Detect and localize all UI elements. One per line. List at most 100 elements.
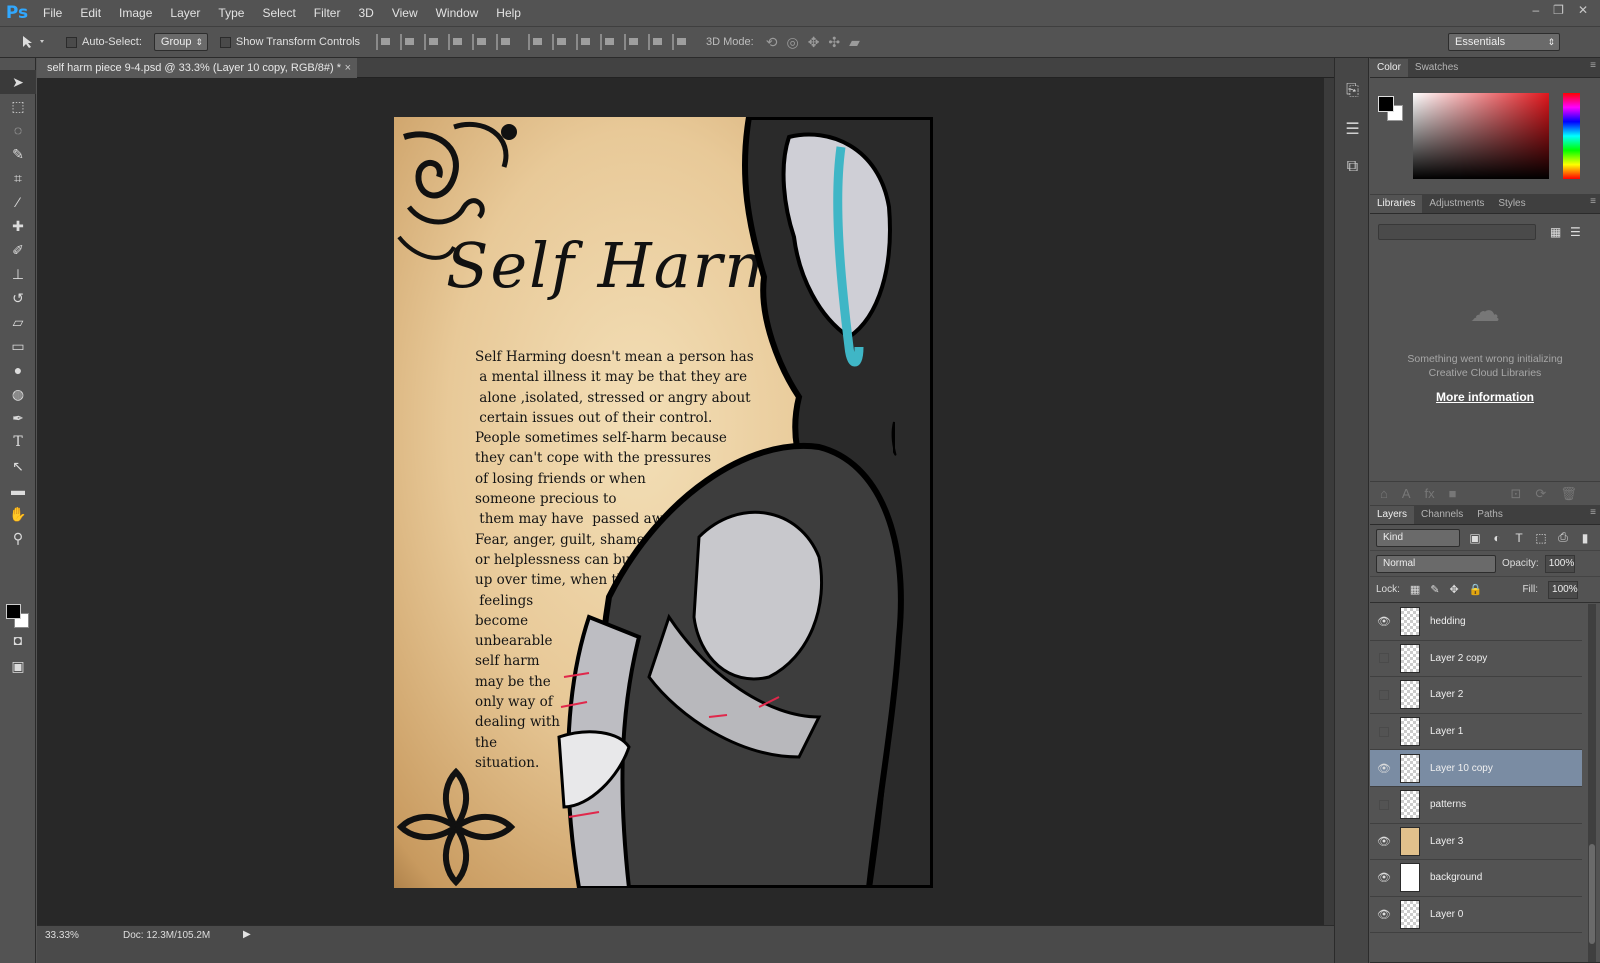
layer-row-selected[interactable]: 👁 Layer 10 copy: [1370, 750, 1582, 787]
visibility-off-toggle[interactable]: [1379, 653, 1389, 664]
foreground-color-swatch[interactable]: [6, 604, 21, 619]
add-layer-style-icon[interactable]: fx: [1425, 486, 1435, 501]
layers-scroll-thumb[interactable]: [1589, 844, 1595, 944]
library-dropdown[interactable]: [1378, 224, 1536, 240]
tab-swatches[interactable]: Swatches: [1408, 59, 1465, 77]
document-vertical-scrollbar[interactable]: [1324, 78, 1334, 925]
quick-select-tool-icon[interactable]: ✎: [0, 142, 36, 166]
grid-view-icon[interactable]: ▦: [1550, 225, 1561, 239]
move-tool-icon[interactable]: ➤: [0, 70, 36, 94]
menu-image[interactable]: Image: [110, 0, 161, 26]
clone-stamp-tool-icon[interactable]: ⊥: [0, 262, 36, 286]
filter-toggle-icon[interactable]: ▮: [1578, 531, 1592, 545]
menu-view[interactable]: View: [383, 0, 427, 26]
tab-adjustments[interactable]: Adjustments: [1422, 195, 1491, 213]
menu-help[interactable]: Help: [487, 0, 530, 26]
opacity-field[interactable]: 100%: [1544, 554, 1575, 573]
transform-controls-checkbox[interactable]: Show Transform Controls: [219, 36, 360, 48]
fill-field[interactable]: 100%: [1548, 580, 1579, 599]
visibility-eye-icon[interactable]: 👁: [1370, 762, 1398, 775]
lock-pixels-icon[interactable]: ✎: [1430, 583, 1439, 596]
tab-libraries[interactable]: Libraries: [1370, 195, 1423, 213]
menu-file[interactable]: File: [34, 0, 71, 26]
color-panel-foreground[interactable]: [1378, 96, 1394, 112]
layer-row[interactable]: 👁 Layer 3: [1370, 823, 1582, 861]
filter-smart-object-icon[interactable]: ⎙: [1556, 530, 1570, 545]
layer-row[interactable]: 👁 hedding: [1370, 604, 1582, 641]
filter-type-icon[interactable]: T: [1512, 531, 1526, 545]
tab-channels[interactable]: Channels: [1414, 506, 1470, 524]
delete-library-item-icon[interactable]: 🗑: [1560, 486, 1577, 502]
tab-layers[interactable]: Layers: [1370, 506, 1415, 524]
3d-roll-icon[interactable]: ◎: [786, 34, 798, 51]
properties-panel-icon[interactable]: ☰: [1335, 110, 1370, 148]
layers-scrollbar[interactable]: [1588, 604, 1596, 962]
pen-tool-icon[interactable]: ✒: [0, 406, 36, 430]
minimize-icon[interactable]: –: [1532, 3, 1539, 17]
list-view-icon[interactable]: ☰: [1570, 225, 1581, 239]
menu-window[interactable]: Window: [427, 0, 488, 26]
distribute-bottom-icon[interactable]: [576, 34, 592, 50]
lock-transparent-icon[interactable]: ▦: [1410, 583, 1420, 596]
layer-row[interactable]: 👁 Layer 0: [1370, 896, 1582, 934]
status-menu-arrow-icon[interactable]: ▶: [243, 929, 251, 940]
color-panel-menu-icon[interactable]: ≡: [1590, 60, 1596, 71]
auto-select-box[interactable]: [66, 36, 77, 48]
layer-row[interactable]: patterns: [1370, 786, 1582, 824]
more-information-link[interactable]: More information: [1390, 390, 1580, 404]
lock-all-icon[interactable]: 🔒: [1469, 583, 1483, 596]
transform-controls-box[interactable]: [219, 36, 231, 48]
gradient-tool-icon[interactable]: ▭: [0, 334, 36, 358]
distribute-left-icon[interactable]: [600, 34, 616, 50]
visibility-eye-icon[interactable]: 👁: [1370, 871, 1398, 884]
close-document-icon[interactable]: ×: [345, 58, 351, 78]
layer-row[interactable]: Layer 1: [1370, 713, 1582, 751]
restore-icon[interactable]: ❐: [1553, 3, 1564, 17]
tab-color[interactable]: Color: [1370, 59, 1408, 77]
rectangle-tool-icon[interactable]: ▬: [0, 478, 36, 502]
visibility-off-toggle[interactable]: [1379, 799, 1389, 810]
3d-pan-icon[interactable]: ✥: [808, 34, 820, 51]
distribute-vcenter-icon[interactable]: [552, 34, 568, 50]
auto-select-checkbox[interactable]: Auto-Select:: [66, 36, 142, 48]
eyedropper-tool-icon[interactable]: ⁄: [0, 190, 36, 214]
filter-adjustment-icon[interactable]: ◐: [1490, 531, 1504, 545]
layer-kind-filter[interactable]: Kind: [1376, 528, 1460, 547]
auto-select-dropdown[interactable]: Group: [153, 33, 208, 51]
lock-position-icon[interactable]: ✥: [1450, 583, 1459, 596]
quick-mask-icon[interactable]: ◘: [0, 628, 36, 652]
layers-panel-menu-icon[interactable]: ≡: [1590, 507, 1596, 518]
distribute-hcenter-icon[interactable]: [624, 34, 640, 50]
tab-styles[interactable]: Styles: [1491, 195, 1532, 213]
align-top-icon[interactable]: [376, 34, 392, 50]
type-tool-icon[interactable]: T: [0, 430, 36, 454]
visibility-off-toggle[interactable]: [1379, 726, 1389, 737]
align-bottom-icon[interactable]: [424, 34, 440, 50]
blend-mode-dropdown[interactable]: Normal: [1376, 554, 1496, 573]
blur-tool-icon[interactable]: ●: [0, 358, 36, 382]
visibility-eye-icon[interactable]: 👁: [1370, 908, 1398, 921]
menu-3d[interactable]: 3D: [349, 0, 382, 26]
layer-row[interactable]: 👁 background: [1370, 860, 1582, 897]
filter-shape-icon[interactable]: ⬚: [1534, 531, 1548, 545]
eraser-tool-icon[interactable]: ▱: [0, 310, 36, 334]
add-graphic-icon[interactable]: ⌂: [1380, 486, 1388, 501]
menu-filter[interactable]: Filter: [305, 0, 350, 26]
move-tool-preset-icon[interactable]: [20, 31, 54, 53]
close-window-icon[interactable]: ✕: [1578, 3, 1588, 17]
menu-layer[interactable]: Layer: [161, 0, 209, 26]
dock-collapse-grip[interactable]: [1335, 58, 1368, 72]
healing-brush-tool-icon[interactable]: ✚: [0, 214, 36, 238]
zoom-tool-icon[interactable]: ⚲: [0, 526, 36, 550]
add-color-icon[interactable]: ■: [1449, 486, 1457, 501]
3d-slide-icon[interactable]: ✣: [828, 34, 840, 51]
screen-mode-icon[interactable]: ▣: [0, 654, 36, 678]
tab-paths[interactable]: Paths: [1470, 506, 1510, 524]
align-vcenter-icon[interactable]: [400, 34, 416, 50]
libraries-panel-menu-icon[interactable]: ≡: [1590, 196, 1596, 207]
align-left-icon[interactable]: [448, 34, 464, 50]
toolbar-grip[interactable]: [0, 58, 35, 70]
crop-tool-icon[interactable]: ⌗: [0, 166, 36, 190]
filter-pixel-icon[interactable]: ▣: [1468, 531, 1482, 545]
workspace-dropdown[interactable]: Essentials: [1448, 33, 1560, 51]
